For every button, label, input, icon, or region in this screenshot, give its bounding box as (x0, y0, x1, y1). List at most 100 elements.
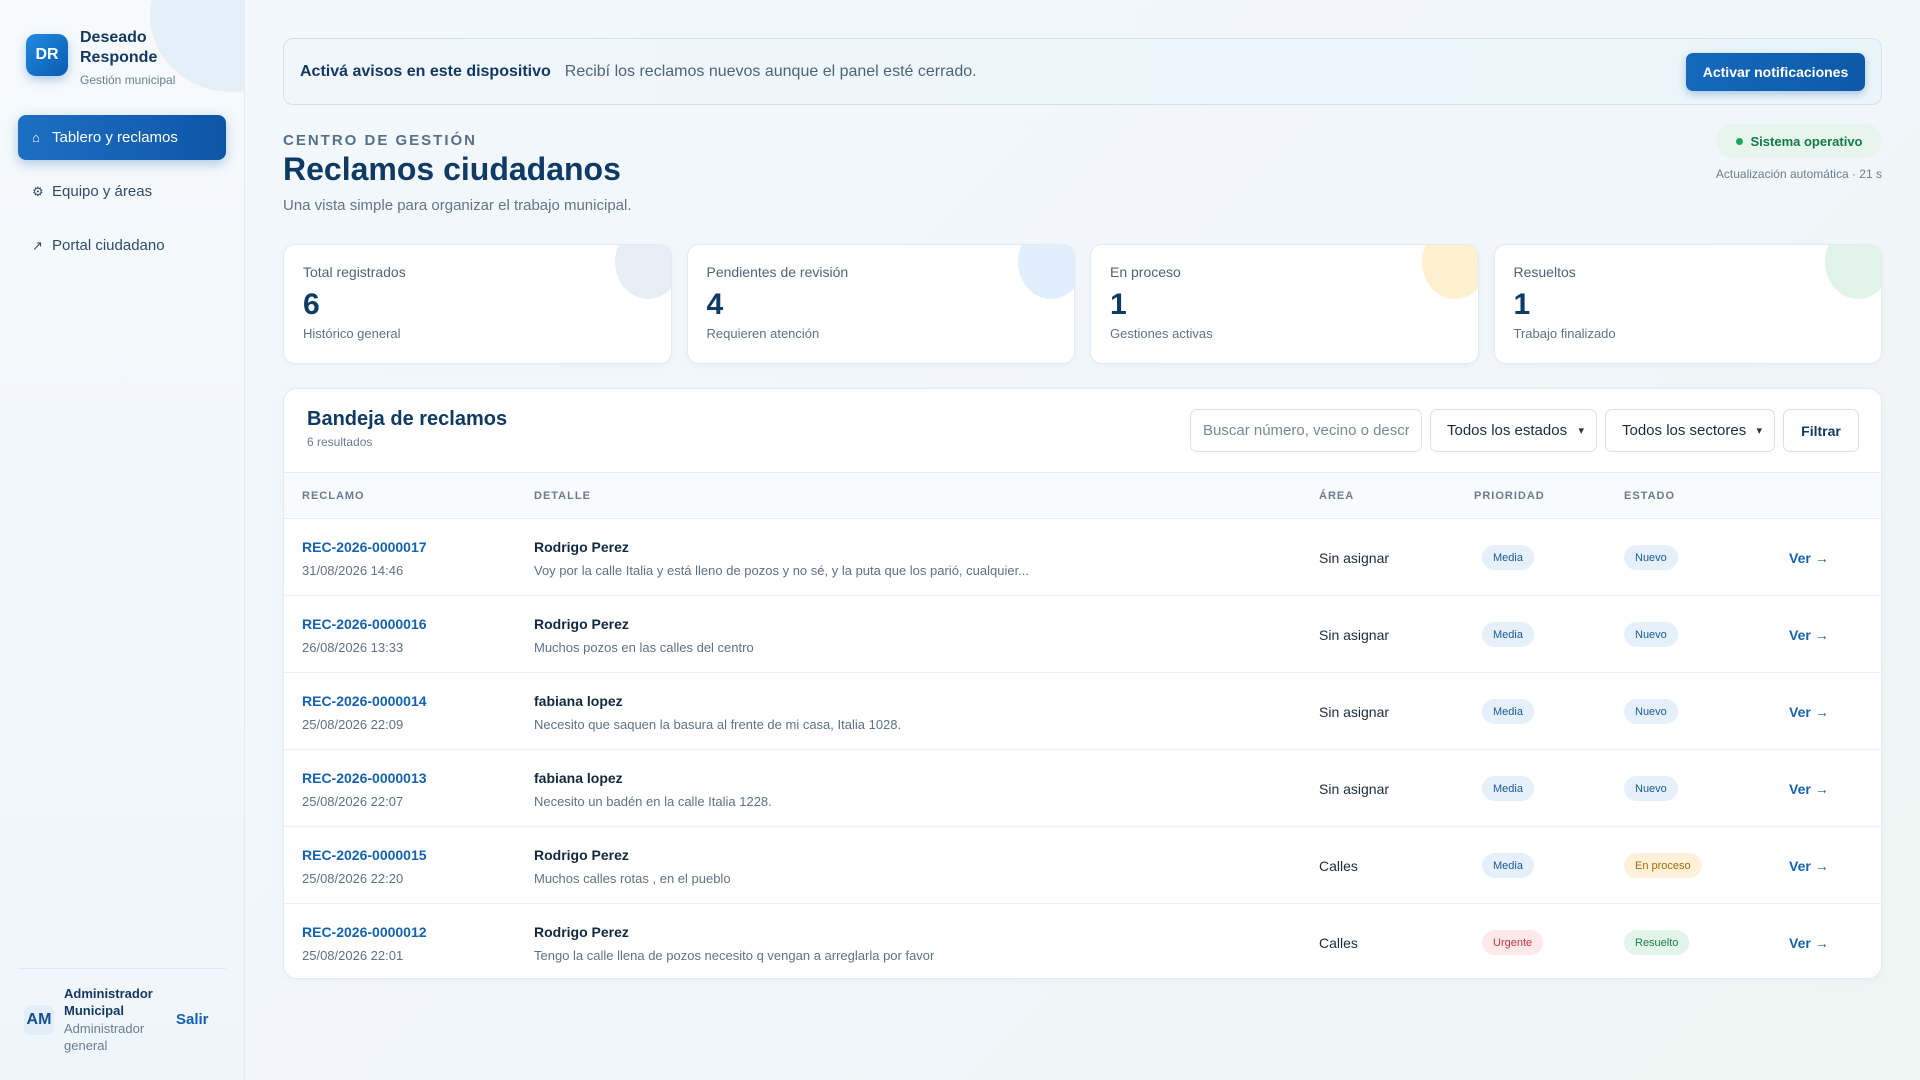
home-icon: ⌂ (32, 130, 40, 145)
sidebar-item-equipo[interactable]: ⚙ Equipo y áreas (18, 169, 226, 214)
brand[interactable]: DR Deseado Responde Gestión municipal (26, 28, 175, 87)
claim-description: Muchos pozos en las calles del centro (534, 640, 754, 655)
stat-value: 6 (303, 288, 320, 321)
table-row[interactable]: REC-2026-0000013 25/08/2026 22:07 fabian… (284, 750, 1881, 827)
claim-id-link[interactable]: REC-2026-0000013 (302, 770, 427, 786)
claim-date: 25/08/2026 22:20 (302, 871, 404, 886)
state-select-value: Todos los estados (1447, 422, 1568, 439)
claim-area: Sin asignar (1319, 781, 1390, 797)
claimant-name: Rodrigo Perez (534, 847, 629, 863)
claimant-name: Rodrigo Perez (534, 539, 629, 555)
state-select[interactable]: Todos los estados ▾ (1430, 409, 1597, 452)
stat-card-pendientes: Pendientes de revisión 4 Requieren atenc… (686, 244, 1075, 364)
claim-id-link[interactable]: REC-2026-0000014 (302, 693, 427, 709)
stat-note: Requieren atención (706, 326, 820, 341)
sidebar-item-label: Tablero y reclamos (52, 129, 178, 146)
claim-description: Necesito que saquen la basura al frente … (534, 717, 902, 732)
search-input[interactable] (1190, 409, 1422, 452)
avatar: AM (24, 1004, 54, 1035)
view-claim-link[interactable]: Ver → (1789, 858, 1829, 874)
state-badge: Nuevo (1624, 699, 1678, 724)
user-role: Administrador general (64, 1021, 145, 1053)
user-name: Administrador Municipal (64, 986, 153, 1018)
notification-text: Recibí los reclamos nuevos aunque el pan… (564, 62, 977, 80)
claim-area: Sin asignar (1319, 550, 1390, 566)
table-row[interactable]: REC-2026-0000015 25/08/2026 22:20 Rodrig… (284, 827, 1881, 904)
claim-id-link[interactable]: REC-2026-0000012 (302, 924, 427, 940)
state-badge: Resuelto (1624, 930, 1690, 955)
table-row[interactable]: REC-2026-0000017 31/08/2026 14:46 Rodrig… (284, 519, 1881, 596)
view-claim-link[interactable]: Ver → (1789, 550, 1829, 566)
sidebar-item-label: Equipo y áreas (52, 183, 153, 200)
brand-subtitle: Gestión municipal (80, 73, 176, 87)
claim-area: Sin asignar (1319, 704, 1390, 720)
brand-logo: DR (26, 34, 68, 76)
column-header-id[interactable]: RECLAMO (302, 490, 365, 502)
notification-banner: Activá avisos en este dispositivo Recibí… (283, 38, 1882, 105)
claimant-name: Rodrigo Perez (534, 616, 629, 632)
claim-id-link[interactable]: REC-2026-0000015 (302, 847, 427, 863)
claim-description: Necesito un badén en la calle Italia 122… (534, 794, 772, 809)
external-link-icon: ↗ (32, 237, 43, 253)
status-dot-icon (1735, 137, 1743, 145)
status-badge: Sistema operativo (1716, 124, 1882, 158)
claims-inbox: Bandeja de reclamos 6 resultados Todos l… (283, 388, 1882, 979)
inbox-header: Bandeja de reclamos 6 resultados Todos l… (284, 389, 1881, 473)
sidebar-nav: ⌂ Tablero y reclamos ⚙ Equipo y áreas ↗ … (18, 115, 226, 277)
claim-date: 25/08/2026 22:07 (302, 794, 404, 809)
stat-card-total: Total registrados 6 Histórico general (283, 244, 672, 364)
logout-button[interactable]: Salir (176, 1011, 209, 1028)
sidebar-item-tablero[interactable]: ⌂ Tablero y reclamos (18, 115, 226, 160)
stat-value: 1 (1513, 288, 1531, 321)
stat-value: 1 (1110, 288, 1127, 321)
table-row[interactable]: REC-2026-0000016 26/08/2026 13:33 Rodrig… (284, 596, 1881, 673)
column-header-priority[interactable]: PRIORIDAD (1474, 490, 1545, 502)
sector-select[interactable]: Todos los sectores ▾ (1605, 409, 1775, 452)
stat-value: 4 (706, 288, 724, 321)
filter-button[interactable]: Filtrar (1783, 409, 1859, 452)
column-header-state[interactable]: ESTADO (1624, 490, 1675, 502)
column-header-detail[interactable]: DETALLE (534, 490, 591, 502)
notification-title: Activá avisos en este dispositivo (300, 62, 551, 80)
claim-description: Muchos calles rotas , en el pueblo (534, 871, 731, 886)
page-eyebrow: CENTRO DE GESTIÓN (283, 132, 478, 149)
sidebar-item-label: Portal ciudadano (52, 237, 165, 254)
stats-row: Total registrados 6 Histórico general Pe… (283, 244, 1882, 364)
claimant-name: Rodrigo Perez (534, 924, 629, 940)
claimant-name: fabiana lopez (534, 770, 623, 786)
stat-card-resueltos: Resueltos 1 Trabajo finalizado (1493, 244, 1882, 364)
status-text: Sistema operativo (1750, 133, 1863, 149)
priority-badge: Media (1482, 545, 1534, 570)
view-claim-link[interactable]: Ver → (1789, 935, 1829, 951)
state-badge: Nuevo (1624, 776, 1678, 801)
claim-id-link[interactable]: REC-2026-0000016 (302, 616, 427, 632)
claim-id-link[interactable]: REC-2026-0000017 (302, 539, 427, 555)
claim-date: 31/08/2026 14:46 (302, 563, 404, 578)
claim-area: Calles (1319, 935, 1358, 951)
claim-description: Tengo la calle llena de pozos necesito q… (534, 948, 935, 963)
stat-note: Gestiones activas (1110, 326, 1213, 341)
stat-note: Histórico general (303, 326, 401, 341)
page-subtitle: Una vista simple para organizar el traba… (283, 197, 632, 214)
table-row[interactable]: REC-2026-0000012 25/08/2026 22:01 Rodrig… (284, 904, 1881, 978)
stat-card-en-proceso: En proceso 1 Gestiones activas (1090, 244, 1479, 364)
page-title: Reclamos ciudadanos (283, 151, 621, 187)
view-claim-link[interactable]: Ver → (1789, 781, 1829, 797)
column-header-area[interactable]: ÁREA (1319, 490, 1354, 502)
claim-date: 26/08/2026 13:33 (302, 640, 404, 655)
table-body: REC-2026-0000017 31/08/2026 14:46 Rodrig… (284, 519, 1881, 978)
view-claim-link[interactable]: Ver → (1789, 627, 1829, 643)
state-badge: En proceso (1624, 853, 1702, 878)
sidebar-item-portal[interactable]: ↗ Portal ciudadano (18, 223, 226, 268)
view-claim-link[interactable]: Ver → (1789, 704, 1829, 720)
priority-badge: Media (1482, 853, 1534, 878)
enable-notifications-button[interactable]: Activar notificaciones (1686, 53, 1865, 91)
state-badge: Nuevo (1624, 545, 1678, 570)
state-badge: Nuevo (1624, 622, 1678, 647)
chevron-down-icon: ▾ (1578, 425, 1584, 437)
inbox-count: 6 resultados (307, 435, 373, 449)
claim-description: Voy por la calle Italia y está lleno de … (534, 563, 1030, 578)
gear-icon: ⚙ (32, 183, 44, 199)
table-row[interactable]: REC-2026-0000014 25/08/2026 22:09 fabian… (284, 673, 1881, 750)
inbox-title: Bandeja de reclamos (307, 408, 508, 430)
